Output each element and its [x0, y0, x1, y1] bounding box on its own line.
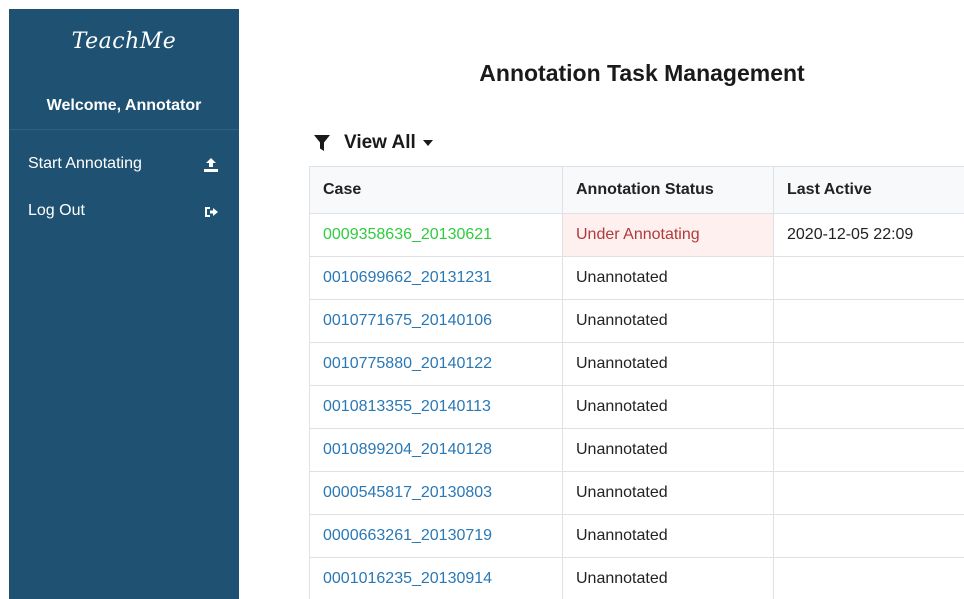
case-cell: 0000545817_20130803 — [309, 471, 563, 515]
column-header-case[interactable]: Case — [309, 166, 563, 214]
sign-out-icon — [205, 207, 218, 217]
sidebar: TeachMe Welcome, Annotator Start Annotat… — [9, 9, 239, 599]
case-link[interactable]: 0000663261_20130719 — [323, 527, 492, 544]
table-row: 0009358636_20130621 Under Annotating 202… — [309, 213, 964, 257]
status-cell: Unannotated — [562, 428, 774, 472]
column-header-annotation-status[interactable]: Annotation Status — [562, 166, 774, 214]
last-active-cell — [773, 256, 964, 300]
case-cell: 0000663261_20130719 — [309, 514, 563, 558]
last-active-cell — [773, 342, 964, 386]
table-row: 0010813355_20140113 Unannotated — [309, 385, 964, 429]
view-filter-dropdown[interactable]: View All — [313, 130, 433, 156]
case-link[interactable]: 0000545817_20130803 — [323, 484, 492, 501]
last-active-cell — [773, 428, 964, 472]
filter-icon — [314, 135, 330, 151]
table-row: 0010771675_20140106 Unannotated — [309, 299, 964, 343]
sidebar-item-label: Log Out — [28, 202, 85, 219]
sidebar-divider — [9, 129, 239, 130]
caret-down-icon — [422, 140, 433, 146]
sidebar-item-label: Start Annotating — [28, 155, 142, 172]
status-cell: Unannotated — [562, 557, 774, 599]
case-cell: 0001016235_20130914 — [309, 557, 563, 599]
status-cell: Unannotated — [562, 471, 774, 515]
case-link[interactable]: 0010775880_20140122 — [323, 355, 492, 372]
table-row: 0001016235_20130914 Unannotated — [309, 557, 964, 599]
table-row: 0000663261_20130719 Unannotated — [309, 514, 964, 558]
task-table: Case Annotation Status Last Active 00093… — [309, 166, 964, 599]
case-link[interactable]: 0001016235_20130914 — [323, 570, 492, 587]
status-cell: Unannotated — [562, 299, 774, 343]
sidebar-item-log-out[interactable]: Log Out — [9, 192, 239, 232]
last-active-cell: 2020-12-05 22:09 — [773, 213, 964, 257]
last-active-cell — [773, 299, 964, 343]
table-row: 0010699662_20131231 Unannotated — [309, 256, 964, 300]
table-row: 0000545817_20130803 Unannotated — [309, 471, 964, 515]
status-cell: Unannotated — [562, 342, 774, 386]
last-active-cell — [773, 385, 964, 429]
upload-icon — [204, 158, 218, 172]
case-link[interactable]: 0009358636_20130621 — [323, 226, 492, 243]
case-cell: 0010699662_20131231 — [309, 256, 563, 300]
status-cell: Unannotated — [562, 514, 774, 558]
case-link[interactable]: 0010813355_20140113 — [323, 398, 491, 415]
app-logo: TeachMe — [71, 29, 177, 54]
case-link[interactable]: 0010899204_20140128 — [323, 441, 492, 458]
status-cell: Unannotated — [562, 385, 774, 429]
last-active-cell — [773, 557, 964, 599]
page-title: Annotation Task Management — [479, 60, 805, 86]
last-active-cell — [773, 471, 964, 515]
case-cell: 0010813355_20140113 — [309, 385, 563, 429]
case-link[interactable]: 0010699662_20131231 — [323, 269, 492, 286]
sidebar-item-start-annotating[interactable]: Start Annotating — [9, 145, 239, 185]
table-row: 0010899204_20140128 Unannotated — [309, 428, 964, 472]
filter-label: View All — [344, 132, 416, 153]
status-cell: Unannotated — [562, 256, 774, 300]
column-header-last-active[interactable]: Last Active — [773, 166, 964, 214]
case-cell: 0010771675_20140106 — [309, 299, 563, 343]
case-cell: 0010775880_20140122 — [309, 342, 563, 386]
table-header-row: Case Annotation Status Last Active — [309, 166, 964, 214]
table-row: 0010775880_20140122 Unannotated — [309, 342, 964, 386]
status-cell: Under Annotating — [562, 213, 774, 257]
welcome-message: Welcome, Annotator — [46, 97, 202, 114]
case-cell: 0010899204_20140128 — [309, 428, 563, 472]
last-active-cell — [773, 514, 964, 558]
case-link[interactable]: 0010771675_20140106 — [323, 312, 492, 329]
app-root: TeachMe Welcome, Annotator Start Annotat… — [0, 0, 964, 599]
case-cell: 0009358636_20130621 — [309, 213, 563, 257]
